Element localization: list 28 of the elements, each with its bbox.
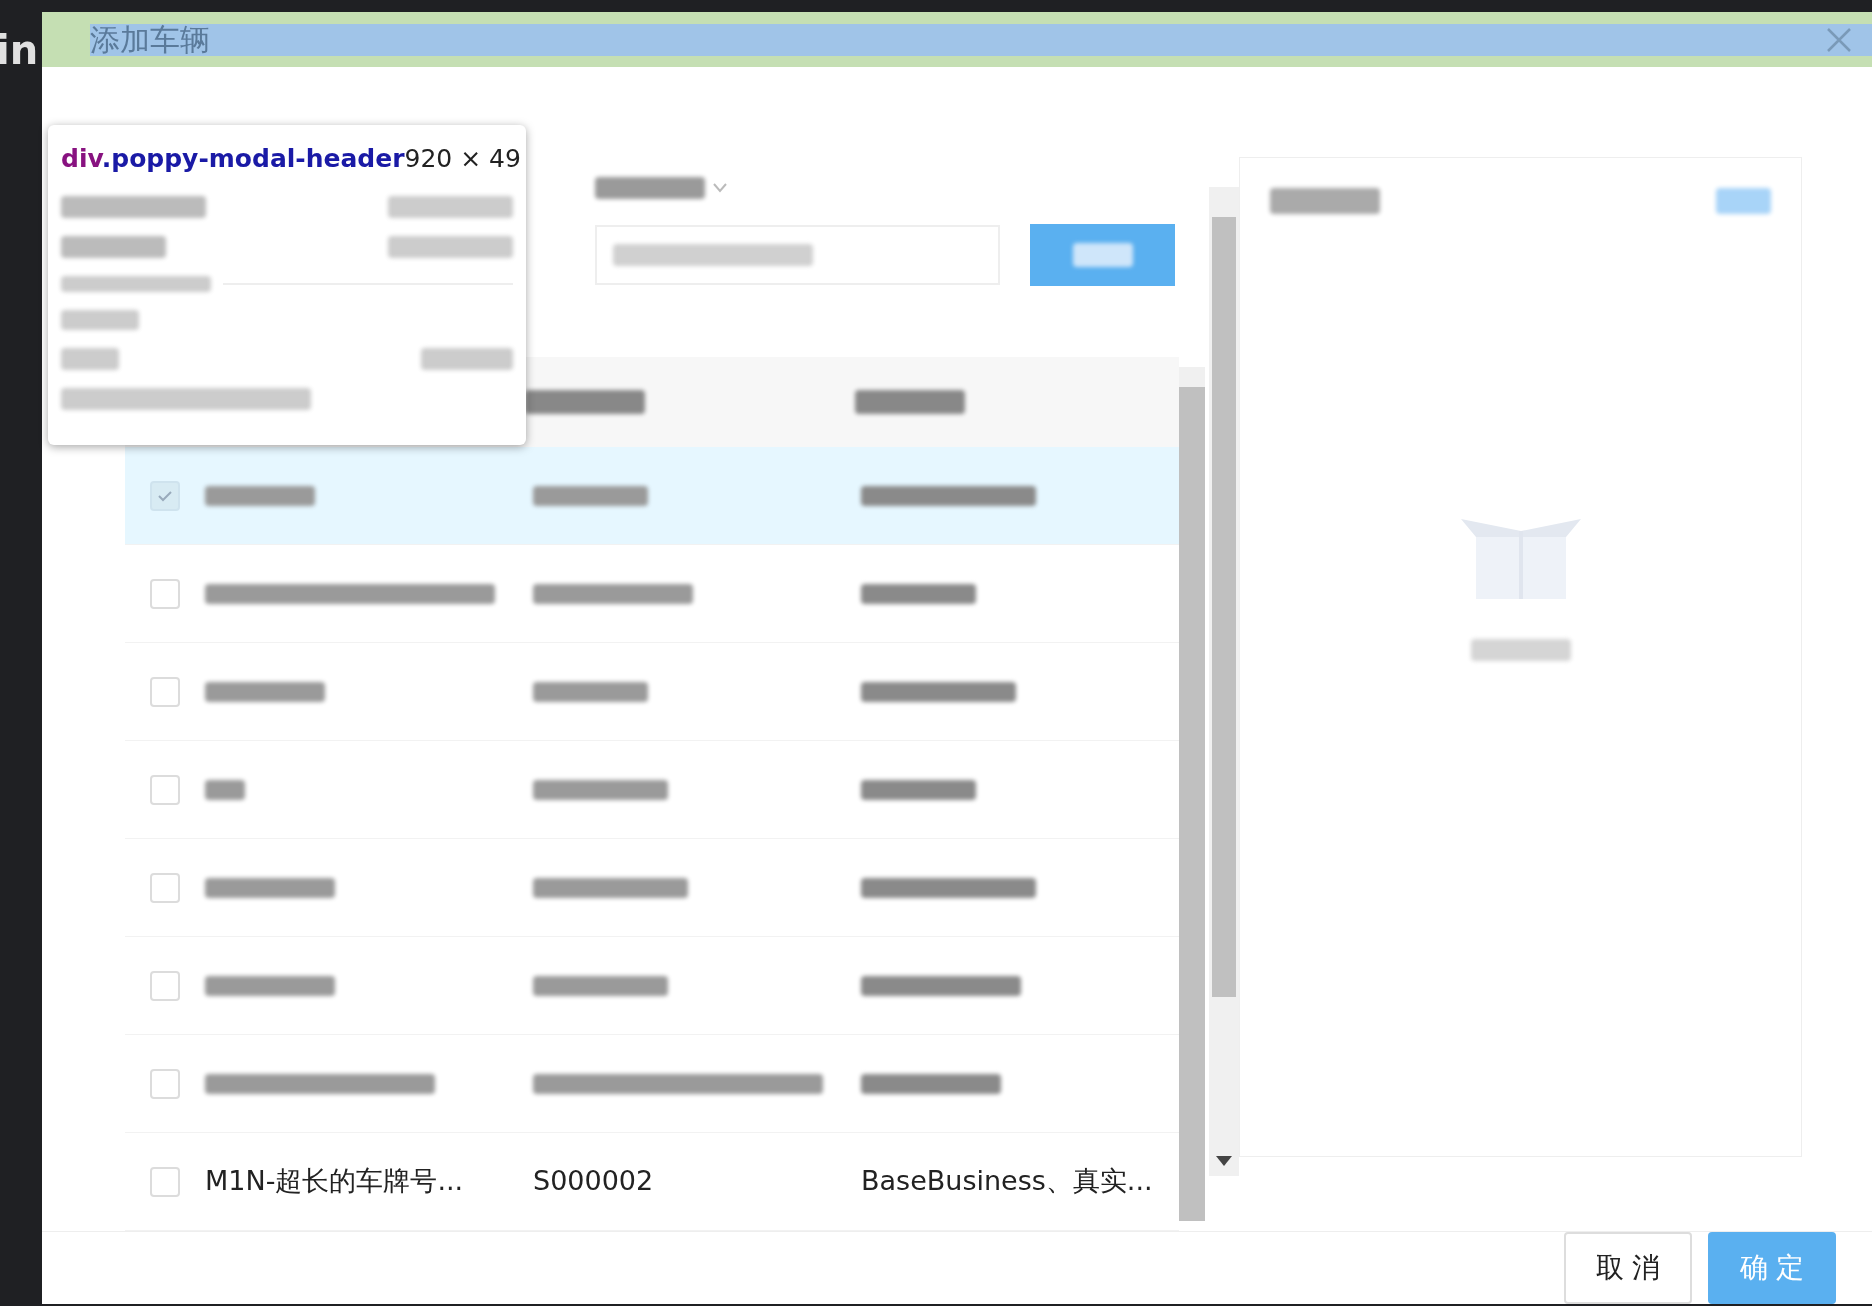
redacted-text [61, 347, 119, 370]
modal-title: 添加车辆 [90, 24, 210, 55]
checkbox[interactable] [150, 774, 180, 805]
checkbox[interactable] [150, 1166, 180, 1197]
element-selector: div.poppy-modal-header [61, 143, 405, 175]
checkbox[interactable] [150, 676, 180, 707]
element-size: 920 × 49 [404, 143, 521, 175]
checkbox[interactable] [150, 1068, 180, 1099]
caret-icon [713, 183, 727, 193]
redacted-text [205, 779, 245, 800]
table-cell: BaseBusiness、真实... [861, 1165, 1153, 1197]
checkbox[interactable] [150, 578, 180, 609]
table-cell: S000002 [533, 1165, 654, 1197]
search-button[interactable] [1030, 224, 1175, 286]
checkbox[interactable] [150, 970, 180, 1001]
table-cell: M1N-超长的车牌号... [205, 1165, 464, 1197]
scrollbar[interactable] [1209, 187, 1239, 1176]
arrow-down-icon[interactable] [1216, 1156, 1232, 1166]
page-text: in [0, 30, 40, 70]
table-row[interactable] [125, 447, 1179, 545]
redacted-text [1072, 243, 1133, 267]
scrollbar[interactable] [1179, 367, 1205, 1221]
redacted-text [1716, 188, 1771, 214]
checkbox[interactable] [150, 480, 180, 511]
checkbox[interactable] [150, 872, 180, 903]
cancel-button[interactable]: 取 消 [1564, 1232, 1692, 1304]
search-field[interactable] [595, 225, 1000, 285]
close-icon[interactable] [1826, 26, 1852, 53]
